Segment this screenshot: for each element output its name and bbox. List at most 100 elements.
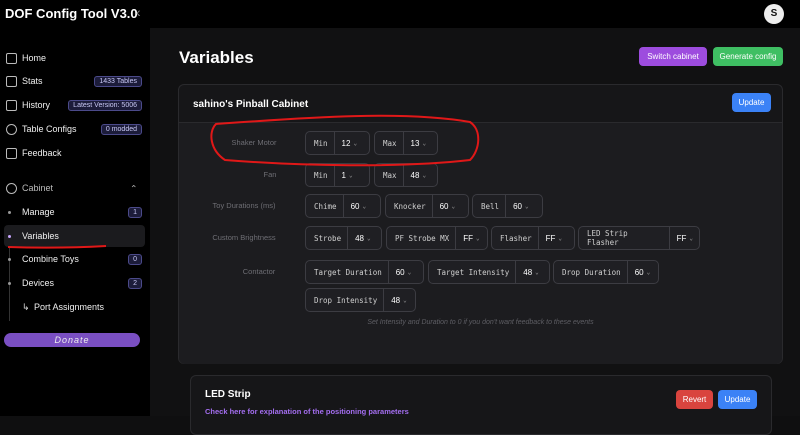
cabinet-card: sahino's Pinball Cabinet Update Shaker M… bbox=[178, 84, 783, 364]
bell-select[interactable]: Bell 60 ⌄ bbox=[472, 194, 543, 218]
select-key: Min bbox=[306, 164, 335, 186]
sidebar-item-devices[interactable]: Devices 2 bbox=[0, 272, 150, 294]
sidebar-item-variables[interactable]: Variables bbox=[4, 225, 145, 247]
chevron-down-icon: ⌄ bbox=[403, 296, 407, 304]
chevron-down-icon: ⌄ bbox=[475, 234, 480, 242]
user-avatar[interactable]: S bbox=[764, 4, 784, 24]
chevron-down-icon: ⌄ bbox=[646, 268, 651, 276]
shaker-min-select[interactable]: Min 12 ⌄ bbox=[305, 131, 370, 155]
chevron-down-icon: ⌄ bbox=[558, 234, 563, 242]
shaker-label: Shaker Motor bbox=[231, 138, 277, 147]
select-value: 1 bbox=[341, 170, 346, 180]
devices-badge: 2 bbox=[128, 277, 142, 289]
select-value: 13 bbox=[410, 138, 420, 148]
sidebar-item-label: Port Assignments bbox=[34, 302, 105, 312]
sidebar: Home Stats 1433 Tables History Latest Ve… bbox=[0, 28, 150, 416]
chevron-down-icon: ⌄ bbox=[353, 139, 358, 147]
led-strip-flasher-select[interactable]: LED Strip Flasher FF ⌄ bbox=[578, 226, 700, 250]
cabinet-title: sahino's Pinball Cabinet bbox=[193, 99, 309, 110]
sub-arrow-icon: ↳ bbox=[22, 301, 30, 312]
chevron-down-icon: ⌄ bbox=[422, 171, 427, 179]
strobe-select[interactable]: Strobe 48 ⌄ bbox=[305, 226, 382, 250]
cabinet-update-button[interactable]: Update bbox=[732, 93, 771, 112]
drop-duration-select[interactable]: Drop Duration 60 ⌄ bbox=[553, 260, 659, 284]
select-value: 48 bbox=[391, 295, 401, 305]
target-duration-select[interactable]: Target Duration 60 ⌄ bbox=[305, 260, 424, 284]
knocker-select[interactable]: Knocker 60 ⌄ bbox=[385, 194, 469, 218]
sidebar-item-stats[interactable]: Stats 1433 Tables bbox=[0, 70, 150, 92]
drop-intensity-select[interactable]: Drop Intensity 48 ⌄ bbox=[305, 288, 416, 312]
variables-form: Shaker Motor Min 12 ⌄ Max 13 ⌄ Fan Min 1 ⌄ Max… bbox=[179, 122, 782, 364]
chevron-down-icon: ⌄ bbox=[524, 202, 529, 210]
sidebar-section-label: Cabinet bbox=[22, 183, 54, 193]
collapse-sidebar-icon[interactable]: ‹ bbox=[136, 4, 141, 20]
combine-badge: 0 bbox=[128, 253, 142, 265]
sidebar-item-table-configs[interactable]: Table Configs 0 modded bbox=[0, 118, 150, 140]
bullet-icon bbox=[8, 281, 11, 285]
select-key: Min bbox=[306, 132, 335, 154]
select-value: 48 bbox=[523, 267, 533, 277]
sidebar-item-manage[interactable]: Manage 1 bbox=[0, 201, 150, 223]
donate-button[interactable]: Donate bbox=[4, 333, 140, 347]
led-strip-title: LED Strip bbox=[205, 389, 251, 400]
bullet-icon bbox=[8, 210, 11, 214]
select-value: 60 bbox=[634, 267, 644, 277]
version-badge: Latest Version: 5006 bbox=[68, 99, 142, 111]
stats-badge: 1433 Tables bbox=[94, 75, 142, 87]
fan-min-select[interactable]: Min 1 ⌄ bbox=[305, 163, 370, 187]
sidebar-item-label: Manage bbox=[22, 207, 55, 217]
chevron-down-icon: ⌄ bbox=[407, 268, 412, 276]
chevron-down-icon: ⌄ bbox=[451, 202, 456, 210]
select-value: 60 bbox=[439, 201, 449, 211]
positioning-help-link[interactable]: Check here for explanation of the positi… bbox=[205, 407, 409, 416]
document-icon bbox=[6, 147, 17, 159]
select-key: Drop Duration bbox=[554, 261, 628, 283]
history-icon bbox=[6, 99, 17, 111]
flasher-select[interactable]: Flasher FF ⌄ bbox=[491, 226, 575, 250]
select-key: Chime bbox=[306, 195, 344, 217]
modded-badge: 0 modded bbox=[100, 123, 142, 135]
chevron-down-icon: ⌄ bbox=[367, 234, 371, 242]
select-value: FF bbox=[463, 233, 473, 243]
select-key: Drop Intensity bbox=[306, 289, 385, 311]
select-key: Max bbox=[375, 164, 404, 186]
top-bar: DOF Config Tool V3.0 ‹ S bbox=[0, 0, 800, 28]
select-value: 48 bbox=[410, 170, 420, 180]
chime-select[interactable]: Chime 60 ⌄ bbox=[305, 194, 381, 218]
select-key: Max bbox=[375, 132, 404, 154]
select-key: Strobe bbox=[306, 227, 349, 249]
bullet-icon bbox=[8, 257, 11, 261]
led-strip-card: LED Strip Check here for explanation of … bbox=[190, 375, 772, 435]
fan-max-select[interactable]: Max 48 ⌄ bbox=[374, 163, 438, 187]
select-value: 60 bbox=[513, 201, 522, 211]
pf-strobe-mx-select[interactable]: PF Strobe MX FF ⌄ bbox=[386, 226, 488, 250]
toy-durations-label: Toy Durations (ms) bbox=[212, 201, 276, 210]
sidebar-item-home[interactable]: Home bbox=[0, 47, 150, 69]
led-update-button[interactable]: Update bbox=[718, 390, 757, 409]
target-intensity-select[interactable]: Target Intensity 48 ⌄ bbox=[428, 260, 550, 284]
select-key: Target Duration bbox=[306, 261, 389, 283]
shaker-max-select[interactable]: Max 13 ⌄ bbox=[374, 131, 438, 155]
sidebar-section-cabinet[interactable]: Cabinet ⌄ bbox=[0, 177, 150, 199]
switch-cabinet-button[interactable]: Switch cabinet bbox=[639, 47, 707, 66]
chevron-up-icon[interactable]: ⌄ bbox=[130, 182, 138, 193]
select-value: 48 bbox=[355, 233, 364, 243]
table-icon bbox=[6, 75, 17, 87]
sidebar-item-label: Feedback bbox=[22, 148, 62, 158]
sidebar-item-feedback[interactable]: Feedback bbox=[0, 142, 150, 164]
select-value: FF bbox=[676, 233, 687, 243]
gear-icon bbox=[6, 123, 17, 135]
app-title: DOF Config Tool V3.0 bbox=[5, 6, 138, 21]
select-key: PF Strobe MX bbox=[387, 227, 457, 249]
sidebar-item-history[interactable]: History Latest Version: 5006 bbox=[0, 94, 150, 116]
select-value: 12 bbox=[341, 138, 351, 148]
select-key: Knocker bbox=[386, 195, 433, 217]
sidebar-item-label: Table Configs bbox=[22, 124, 77, 134]
sidebar-item-port-assignments[interactable]: ↳ Port Assignments bbox=[0, 296, 150, 318]
generate-config-button[interactable]: Generate config bbox=[713, 47, 783, 66]
sidebar-item-combine-toys[interactable]: Combine Toys 0 bbox=[0, 248, 150, 270]
revert-button[interactable]: Revert bbox=[676, 390, 713, 409]
bullet-icon bbox=[8, 234, 11, 238]
select-key: Target Intensity bbox=[429, 261, 517, 283]
chevron-down-icon: ⌄ bbox=[535, 268, 539, 276]
